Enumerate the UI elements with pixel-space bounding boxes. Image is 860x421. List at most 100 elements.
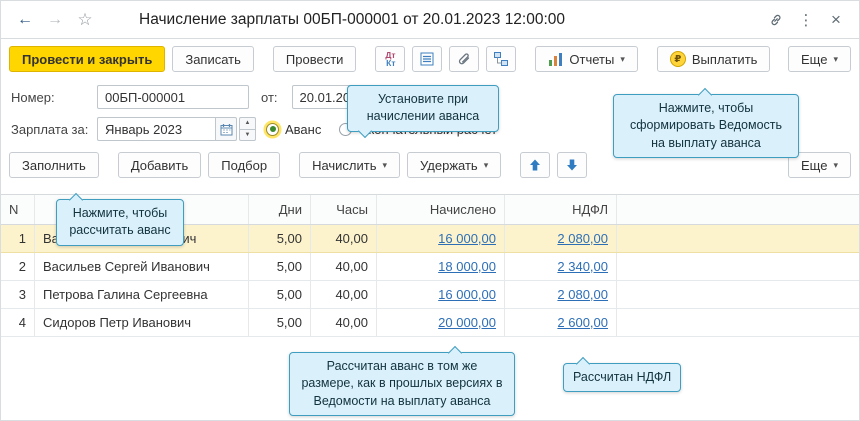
related-documents-button[interactable]: [486, 46, 516, 72]
table-row[interactable]: 4 Сидоров Петр Иванович 5,00 40,00 20 00…: [1, 309, 859, 337]
tooltip-pay-statement: Нажмите, чтобы сформировать Ведомость на…: [613, 94, 799, 158]
reports-button[interactable]: Отчеты ▾: [535, 46, 637, 72]
header-accrued[interactable]: Начислено: [377, 195, 505, 224]
radio-advance-indicator: [266, 123, 279, 136]
back-button[interactable]: ←: [11, 7, 39, 33]
arrow-up-icon: [528, 158, 542, 172]
arrow-down-icon: [565, 158, 579, 172]
row-spacer: [617, 253, 859, 280]
paperclip-icon: [456, 51, 472, 67]
number-input[interactable]: 00БП-000001: [97, 85, 249, 109]
reports-label: Отчеты: [569, 52, 614, 67]
post-button[interactable]: Провести: [273, 46, 357, 72]
close-icon: ×: [831, 10, 841, 30]
withhold-button[interactable]: Удержать ▾: [407, 152, 501, 178]
attachments-button[interactable]: [449, 46, 479, 72]
chevron-down-icon: ▾: [833, 161, 838, 170]
titlebar-actions: ⋮ ×: [763, 7, 849, 33]
header-spacer: [617, 195, 859, 224]
withhold-label: Удержать: [420, 158, 478, 173]
employee-name[interactable]: Сидоров Петр Иванович: [35, 309, 249, 336]
header-n[interactable]: N: [1, 195, 35, 224]
calendar-picker-button[interactable]: [215, 117, 237, 141]
main-toolbar: Провести и закрыть Записать Провести ДтК…: [1, 39, 859, 78]
page-title: Начисление зарплаты 00БП-000001 от 20.01…: [139, 11, 565, 29]
show-postings-button[interactable]: ДтКт: [375, 46, 405, 72]
chevron-down-icon: ▾: [484, 161, 489, 170]
bar-chart-icon: [548, 52, 563, 67]
table-row[interactable]: 2 Васильев Сергей Иванович 5,00 40,00 18…: [1, 253, 859, 281]
days-value[interactable]: 5,00: [249, 309, 311, 336]
header-ndfl[interactable]: НДФЛ: [505, 195, 617, 224]
ruble-coin-icon: ₽: [670, 51, 686, 67]
ndfl-amount-link[interactable]: 2 340,00: [557, 259, 608, 274]
get-link-button[interactable]: [763, 7, 789, 33]
row-number: 2: [1, 253, 35, 280]
employee-name[interactable]: Васильев Сергей Иванович: [35, 253, 249, 280]
move-row-down-button[interactable]: [557, 152, 587, 178]
move-row-up-button[interactable]: [520, 152, 550, 178]
document-structure-icon: [493, 51, 509, 67]
chevron-down-icon: ▾: [833, 55, 838, 64]
forward-button[interactable]: →: [41, 7, 69, 33]
forward-arrow-icon: →: [47, 11, 63, 29]
hours-value[interactable]: 40,00: [311, 253, 377, 280]
triangle-up-icon: ▲: [245, 120, 251, 126]
period-input[interactable]: Январь 2023: [97, 117, 215, 141]
close-button[interactable]: ×: [823, 7, 849, 33]
hours-value[interactable]: 40,00: [311, 225, 377, 252]
pay-button[interactable]: ₽ Выплатить: [657, 46, 771, 72]
tooltip-advance-amount: Рассчитан аванс в том же размере, как в …: [289, 352, 515, 416]
accrued-amount-link[interactable]: 20 000,00: [438, 315, 496, 330]
more-label: Еще: [801, 52, 827, 67]
header-days[interactable]: Дни: [249, 195, 311, 224]
calendar-icon: [220, 123, 233, 136]
radio-advance[interactable]: Аванс: [266, 122, 321, 137]
add-row-button[interactable]: Добавить: [118, 152, 201, 178]
date-label: от:: [261, 90, 278, 105]
pay-label: Выплатить: [692, 52, 758, 67]
ndfl-amount-link[interactable]: 2 080,00: [557, 231, 608, 246]
back-arrow-icon: ←: [17, 11, 33, 29]
fill-button[interactable]: Заполнить: [9, 152, 99, 178]
ndfl-amount-link[interactable]: 2 600,00: [557, 315, 608, 330]
chevron-down-icon: ▾: [383, 161, 388, 170]
document-register-button[interactable]: [412, 46, 442, 72]
row-number: 1: [1, 225, 35, 252]
chevron-down-icon: ▾: [620, 55, 625, 64]
pick-button[interactable]: Подбор: [208, 152, 280, 178]
accrued-amount-link[interactable]: 16 000,00: [438, 287, 496, 302]
accrued-amount-link[interactable]: 18 000,00: [438, 259, 496, 274]
link-icon: [768, 12, 784, 28]
employee-name[interactable]: Петрова Галина Сергеевна: [35, 281, 249, 308]
register-list-icon: [419, 51, 435, 67]
table-more-label: Еще: [801, 158, 827, 173]
stepper-up-button[interactable]: ▲: [239, 117, 256, 129]
more-menu-button[interactable]: ⋮: [793, 7, 819, 33]
titlebar: ← → ☆ Начисление зарплаты 00БП-000001 от…: [1, 1, 859, 39]
days-value[interactable]: 5,00: [249, 225, 311, 252]
favorite-button[interactable]: ☆: [71, 7, 99, 33]
payroll-document-window: ← → ☆ Начисление зарплаты 00БП-000001 от…: [0, 0, 860, 421]
accrued-amount-link[interactable]: 16 000,00: [438, 231, 496, 246]
period-stepper: ▲ ▼: [239, 117, 256, 141]
days-value[interactable]: 5,00: [249, 281, 311, 308]
star-icon: ☆: [77, 10, 92, 30]
row-spacer: [617, 281, 859, 308]
stepper-down-button[interactable]: ▼: [239, 129, 256, 142]
hours-value[interactable]: 40,00: [311, 309, 377, 336]
post-and-close-button[interactable]: Провести и закрыть: [9, 46, 165, 72]
kebab-icon: ⋮: [799, 11, 814, 29]
table-row[interactable]: 3 Петрова Галина Сергеевна 5,00 40,00 16…: [1, 281, 859, 309]
more-actions-button[interactable]: Еще ▾: [788, 46, 851, 72]
radio-advance-label: Аванс: [285, 122, 321, 137]
row-spacer: [617, 225, 859, 252]
header-hours[interactable]: Часы: [311, 195, 377, 224]
row-number: 3: [1, 281, 35, 308]
dtkt-icon: ДтКт: [385, 51, 395, 67]
days-value[interactable]: 5,00: [249, 253, 311, 280]
ndfl-amount-link[interactable]: 2 080,00: [557, 287, 608, 302]
accrue-button[interactable]: Начислить ▾: [299, 152, 400, 178]
write-button[interactable]: Записать: [172, 46, 254, 72]
hours-value[interactable]: 40,00: [311, 281, 377, 308]
